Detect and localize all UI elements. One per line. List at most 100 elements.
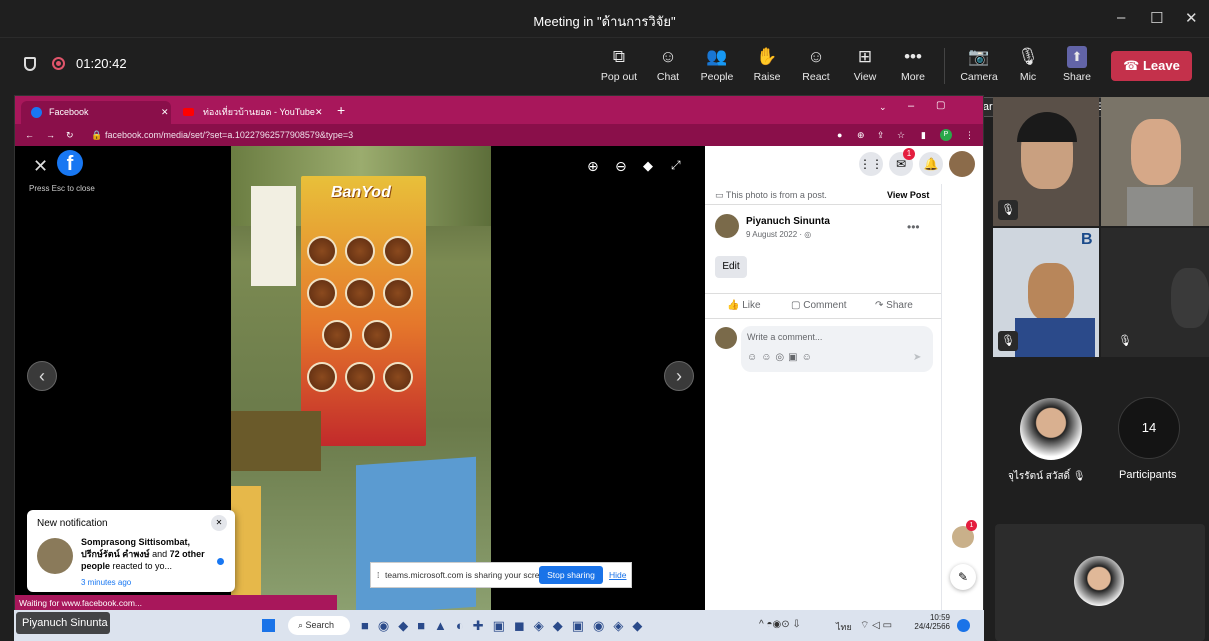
maximize-button[interactable]: ☐ <box>1150 9 1163 27</box>
leave-button[interactable]: ☎ Leave <box>1111 51 1192 81</box>
participant-name: จุไรรัตน์ สวัสดิ์ 🎙 <box>1008 471 1086 482</box>
popout-button[interactable]: ⧉ Pop out <box>597 46 641 83</box>
google-icon[interactable]: ● <box>837 124 842 146</box>
more-button[interactable]: ••• More <box>891 46 935 83</box>
send-icon[interactable]: ➤ <box>913 352 921 363</box>
food-banner: BanYod <box>301 176 426 446</box>
tab-youtube[interactable]: ท่องเที่ยวบ้านยอด - YouTube ✕ <box>175 101 325 124</box>
youtube-favicon-icon <box>183 108 194 116</box>
participant-tile-4[interactable]: 🎙 <box>1101 228 1209 357</box>
notification-text: Somprasong Sittisombat, ปรีกษ์รัตน์ คำพง… <box>81 537 205 571</box>
post-options-icon[interactable]: ••• <box>907 220 920 234</box>
new-tab-button[interactable]: + <box>337 102 345 118</box>
author-avatar[interactable] <box>715 214 739 238</box>
back-icon[interactable]: ← <box>25 124 34 146</box>
share-banner-text: teams.microsoft.com is sharing your scre… <box>385 570 552 580</box>
like-button[interactable]: 👍 Like <box>727 300 761 311</box>
fullscreen-icon[interactable]: ⤢ <box>671 158 681 173</box>
notification-center-icon[interactable] <box>957 619 970 632</box>
new-notification-popup[interactable]: New notification ✕ Somprasong Sittisomba… <box>27 510 235 592</box>
mic-button[interactable]: 🎙 Mic <box>1006 46 1050 83</box>
shield-icon <box>24 57 36 71</box>
taskbar-app-icons[interactable]: ■◉◆■▲◐✚▣◼◈◆▣◉◈◆ <box>361 618 651 634</box>
extension-icon[interactable]: ⊕ <box>857 124 865 146</box>
mic-muted-icon: 🎙 <box>1072 471 1086 482</box>
people-button[interactable]: 👥 People <box>695 46 739 83</box>
post-author[interactable]: Piyanuch Sinunta <box>746 216 830 227</box>
fb-profile-avatar[interactable] <box>949 151 975 177</box>
recording-icon <box>52 57 65 70</box>
tray-icons[interactable]: ^ ◓◉⊙ ⇩ <box>759 619 801 630</box>
edit-button[interactable]: Edit <box>715 256 747 278</box>
participant-tile-3[interactable]: B 🎙 <box>993 228 1099 357</box>
participant-tile-1[interactable]: 🎙 <box>993 97 1099 226</box>
tab-close-icon[interactable]: ✕ <box>161 101 169 124</box>
thumbs-up-icon: 👍 <box>727 300 743 311</box>
next-photo-button[interactable]: › <box>664 361 694 391</box>
meeting-timer: 01:20:42 <box>76 56 127 71</box>
notifications-bell-icon[interactable]: 🔔 <box>919 152 943 176</box>
windows-start-icon[interactable] <box>262 619 275 632</box>
minimize-button[interactable]: – <box>1117 9 1125 26</box>
stop-sharing-button[interactable]: Stop sharing <box>539 566 603 584</box>
view-button[interactable]: ⊞ View <box>843 46 887 83</box>
comment-button[interactable]: ▢ Comment <box>791 300 847 311</box>
new-message-icon[interactable]: ✎ <box>950 564 976 590</box>
tab-search-icon[interactable]: ⌄ <box>879 102 887 113</box>
share-button[interactable]: ⬆ Share <box>1055 46 1099 83</box>
share-post-button[interactable]: ↷ Share <box>875 300 913 311</box>
network-volume-icons[interactable]: ⌔ ◁ ▭ <box>860 619 892 632</box>
photo-viewer-right: ⊕ ⊖ ◆ ⤢ › <box>491 146 705 611</box>
participant-avatar[interactable] <box>1020 398 1082 460</box>
tab-close-icon[interactable]: ✕ <box>315 101 323 124</box>
mic-muted-icon: 🎙 <box>998 200 1018 220</box>
tag-icon[interactable]: ◆ <box>643 158 653 174</box>
bookmark-star-icon[interactable]: ☆ <box>897 124 905 146</box>
participant-face <box>1131 119 1181 185</box>
comment-box[interactable]: Write a comment... ☺☺◎▣☺ ➤ <box>741 326 933 372</box>
camera-off-icon: 📷 <box>968 47 990 66</box>
participant-face <box>1171 268 1209 328</box>
menu-grid-icon[interactable]: ⋮⋮ <box>859 152 883 176</box>
tab-facebook[interactable]: Facebook ✕ <box>21 101 171 124</box>
taskbar-search[interactable]: ⌕ Search <box>288 616 350 635</box>
url-field[interactable]: facebook.com/media/set/?set=a.1022796257… <box>105 124 353 146</box>
notification-heading: New notification <box>37 518 108 529</box>
reload-icon[interactable]: ↻ <box>66 124 74 146</box>
close-viewer-icon[interactable]: ✕ <box>33 156 48 177</box>
comment-input[interactable]: Write a comment... <box>747 332 822 342</box>
share-page-icon[interactable]: ⇪ <box>877 124 885 146</box>
chat-button[interactable]: ☺ Chat <box>646 46 690 83</box>
browser-minimize-button[interactable]: – <box>908 100 914 112</box>
react-button[interactable]: ☺ React <box>794 46 838 83</box>
notification-close-icon[interactable]: ✕ <box>211 515 227 531</box>
taskbar-clock[interactable]: 10:59 24/4/2566 <box>910 613 950 631</box>
drag-handle-icon[interactable]: ⁞ <box>377 570 379 580</box>
hide-button[interactable]: Hide <box>609 570 626 580</box>
input-language[interactable]: ไทย <box>836 620 852 634</box>
forward-icon[interactable]: → <box>46 124 55 146</box>
browser-status: Waiting for www.facebook.com... <box>15 595 337 611</box>
zoom-in-icon[interactable]: ⊕ <box>587 158 599 175</box>
camera-button[interactable]: 📷 Camera <box>957 46 1001 83</box>
post-panel: ⋮⋮ ✉ 1 🔔 ▭ This photo is from a post. Vi… <box>705 146 983 611</box>
browser-menu-icon[interactable]: ⋮ <box>965 124 974 146</box>
self-view-tile[interactable] <box>995 524 1205 641</box>
address-bar: ← → ↻ 🔒 facebook.com/media/set/?set=a.10… <box>15 124 983 146</box>
profile-avatar[interactable]: P <box>940 129 952 141</box>
facebook-logo-icon[interactable]: f <box>57 150 83 176</box>
participant-tile-2[interactable] <box>1101 97 1209 226</box>
view-post-link[interactable]: View Post <box>887 190 929 200</box>
poster-board <box>251 186 296 286</box>
raise-hand-button[interactable]: ✋ Raise <box>745 46 789 83</box>
close-button[interactable]: ✕ <box>1185 9 1198 27</box>
browser-maximize-button[interactable]: ▢ <box>936 100 945 111</box>
comment-tools-icons[interactable]: ☺☺◎▣☺ <box>747 352 816 363</box>
sidepanel-icon[interactable]: ▮ <box>921 124 926 146</box>
lock-icon: 🔒 <box>91 130 103 140</box>
zoom-out-icon[interactable]: ⊖ <box>615 158 627 175</box>
messenger-badge: 1 <box>903 148 915 160</box>
notification-time: 3 minutes ago <box>81 578 132 587</box>
participant-count[interactable]: 14 <box>1118 397 1180 459</box>
previous-photo-button[interactable]: ‹ <box>27 361 57 391</box>
